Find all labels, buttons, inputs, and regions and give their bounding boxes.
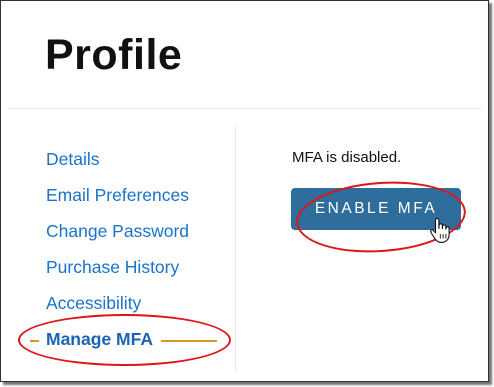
mfa-status-text: MFA is disabled. [292, 149, 402, 166]
sidebar-item-details[interactable]: Details [46, 147, 189, 183]
sidebar-item-purchase-history[interactable]: Purchase History [46, 255, 189, 291]
sidebar-item-manage-mfa[interactable]: Manage MFA [46, 327, 189, 363]
active-item-marker-right [161, 340, 217, 342]
sidebar-item-change-password[interactable]: Change Password [46, 219, 189, 255]
header-divider [9, 108, 481, 109]
profile-sidebar-nav: Details Email Preferences Change Passwor… [46, 147, 189, 363]
hand-pointer-icon [430, 218, 450, 243]
active-item-marker-left [30, 340, 39, 342]
page-title: Profile [45, 31, 183, 79]
sidebar-item-email-preferences[interactable]: Email Preferences [46, 183, 189, 219]
sidebar-item-accessibility[interactable]: Accessibility [46, 291, 189, 327]
sidebar-divider [235, 127, 236, 371]
screenshot-frame: Profile Details Email Preferences Change… [0, 0, 489, 382]
